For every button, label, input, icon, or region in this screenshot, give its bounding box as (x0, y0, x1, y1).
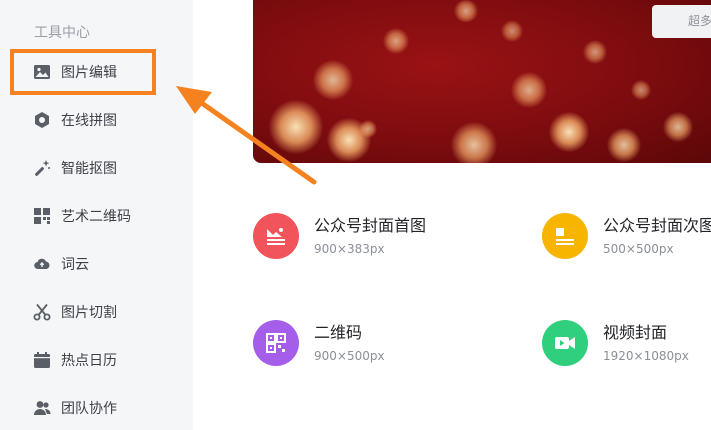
sidebar-heading: 工具中心 (34, 25, 90, 41)
sidebar-item-team[interactable]: 团队协作 (33, 396, 117, 420)
highlight-box (10, 49, 156, 95)
magic-wand-icon (33, 159, 51, 177)
sidebar-item-calendar[interactable]: 热点日历 (33, 348, 117, 372)
sidebar-item-label: 图片切割 (61, 305, 117, 321)
template-title: 二维码 (314, 323, 363, 342)
sidebar-item-label: 在线拼图 (61, 113, 117, 129)
template-cover-secondary[interactable]: 公众号封面次图 500×500px (542, 213, 711, 259)
video-camera-icon (542, 320, 588, 366)
more-button[interactable]: 超多 (652, 5, 711, 38)
template-title: 公众号封面次图 (603, 216, 711, 235)
template-title: 公众号封面首图 (314, 216, 427, 235)
sidebar-item-cutout[interactable]: 智能抠图 (33, 156, 117, 180)
sidebar-item-image-cut[interactable]: 图片切割 (33, 300, 117, 324)
template-title: 视频封面 (603, 323, 668, 342)
image-text-icon (542, 213, 588, 259)
sidebar-item-label: 热点日历 (61, 353, 117, 369)
banner-image[interactable] (253, 0, 711, 163)
sidebar-item-label: 智能抠图 (61, 161, 117, 177)
sidebar-item-word-cloud[interactable]: 词云 (33, 252, 89, 276)
template-size: 1920×1080px (603, 349, 689, 363)
template-size: 900×500px (314, 349, 385, 363)
template-video-cover[interactable]: 视频封面 1920×1080px (542, 320, 689, 366)
team-icon (33, 399, 51, 417)
sidebar-item-collage[interactable]: 在线拼图 (33, 108, 117, 132)
cloud-icon (33, 255, 51, 273)
sidebar-item-label: 词云 (61, 257, 89, 273)
template-size: 500×500px (603, 242, 674, 256)
qr-code-icon (33, 207, 51, 225)
calendar-icon (33, 351, 51, 369)
template-qr-code[interactable]: 二维码 900×500px (253, 320, 385, 366)
qr-code-icon (253, 320, 299, 366)
sidebar-item-art-qr[interactable]: 艺术二维码 (33, 204, 131, 228)
image-text-icon (253, 213, 299, 259)
template-cover-main[interactable]: 公众号封面首图 900×383px (253, 213, 426, 259)
template-size: 900×383px (314, 242, 385, 256)
hexagon-icon (33, 111, 51, 129)
sidebar-item-label: 团队协作 (61, 401, 117, 417)
sidebar-item-label: 艺术二维码 (61, 209, 131, 225)
scissors-icon (33, 303, 51, 321)
